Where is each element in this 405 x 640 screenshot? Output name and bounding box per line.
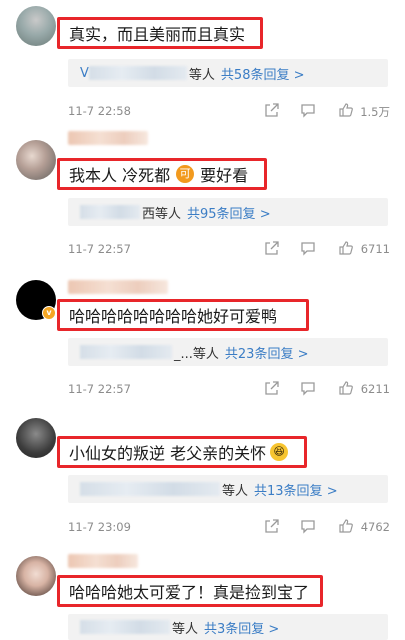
share-icon[interactable] — [264, 240, 280, 256]
comment-meta: 11-7 22:57 6211 — [68, 380, 390, 398]
reply-who: 西等人 — [142, 206, 182, 222]
share-icon[interactable] — [264, 380, 280, 396]
comment-text-a: 我本人 冷死都 — [69, 166, 171, 185]
comment-text: 哈哈哈哈哈哈哈哈她好可爱鸭 — [57, 299, 309, 331]
reply-preview[interactable]: 等人 共13条回复 > — [68, 475, 388, 503]
reply-count-link[interactable]: 共3条回复 > — [204, 618, 279, 637]
avatar[interactable] — [16, 140, 56, 180]
reply-count-link[interactable]: 共58条回复 > — [221, 64, 305, 83]
emoji-badge-icon: 可 — [176, 165, 195, 183]
like-icon[interactable] — [338, 518, 354, 534]
comment-icon[interactable] — [300, 518, 316, 534]
comment-icon[interactable] — [300, 102, 316, 118]
like-icon[interactable] — [338, 380, 354, 396]
reply-user-blur — [80, 620, 170, 634]
username-blur[interactable] — [68, 280, 168, 294]
comment-meta: 11-7 22:58 1.5万 — [68, 102, 390, 120]
verified-badge-icon: v — [42, 306, 56, 320]
like-icon[interactable] — [338, 102, 354, 118]
share-icon[interactable] — [264, 102, 280, 118]
avatar[interactable] — [16, 6, 56, 46]
comment-meta: 11-7 22:57 6711 — [68, 240, 390, 258]
comment-icon[interactable] — [300, 240, 316, 256]
laughing-emoji-icon: 😆 — [270, 443, 289, 461]
reply-who: 等人 — [222, 483, 249, 499]
like-count: 6211 — [360, 382, 390, 396]
reply-user[interactable]: V — [80, 66, 89, 81]
reply-preview[interactable]: 西等人 共95条回复 > — [68, 198, 388, 226]
timestamp: 11-7 22:58 — [68, 104, 131, 118]
comment-text-b: 要好看 — [200, 166, 249, 185]
avatar[interactable] — [16, 556, 56, 596]
reply-preview[interactable]: V 等人 共58条回复 > — [68, 59, 388, 87]
comment-icon[interactable] — [300, 380, 316, 396]
like-count: 6711 — [360, 242, 390, 256]
timestamp: 11-7 22:57 — [68, 242, 131, 256]
timestamp: 11-7 23:09 — [68, 520, 131, 534]
reply-who: _...等人 — [174, 346, 219, 362]
like-count: 1.5万 — [360, 105, 390, 119]
reply-user-blur — [88, 66, 187, 80]
like-count: 4762 — [360, 520, 390, 534]
reply-preview[interactable]: _...等人 共23条回复 > — [68, 338, 388, 366]
share-icon[interactable] — [264, 518, 280, 534]
avatar[interactable] — [16, 418, 56, 458]
username-blur[interactable] — [68, 554, 138, 568]
reply-count-link[interactable]: 共23条回复 > — [225, 343, 309, 362]
username-blur[interactable] — [68, 131, 148, 145]
reply-preview[interactable]: 等人 共3条回复 > — [68, 614, 388, 640]
like-icon[interactable] — [338, 240, 354, 256]
comment-text-main: 小仙女的叛逆 老父亲的关怀 — [69, 444, 267, 463]
comment-text: 我本人 冷死都 可 要好看 — [57, 158, 267, 190]
comment-text: 哈哈哈她太可爱了！真是捡到宝了 — [57, 575, 323, 607]
reply-who: 等人 — [188, 67, 215, 83]
comment-text: 小仙女的叛逆 老父亲的关怀 😆 — [57, 436, 307, 468]
comment-meta: 11-7 23:09 4762 — [68, 518, 390, 536]
reply-user-blur — [80, 205, 140, 219]
reply-user-blur — [80, 482, 220, 496]
timestamp: 11-7 22:57 — [68, 382, 131, 396]
reply-user-blur — [80, 345, 172, 359]
reply-count-link[interactable]: 共13条回复 > — [254, 480, 338, 499]
reply-who: 等人 — [172, 621, 199, 637]
reply-count-link[interactable]: 共95条回复 > — [187, 203, 271, 222]
comment-text: 真实，而且美丽而且真实 — [57, 17, 263, 49]
